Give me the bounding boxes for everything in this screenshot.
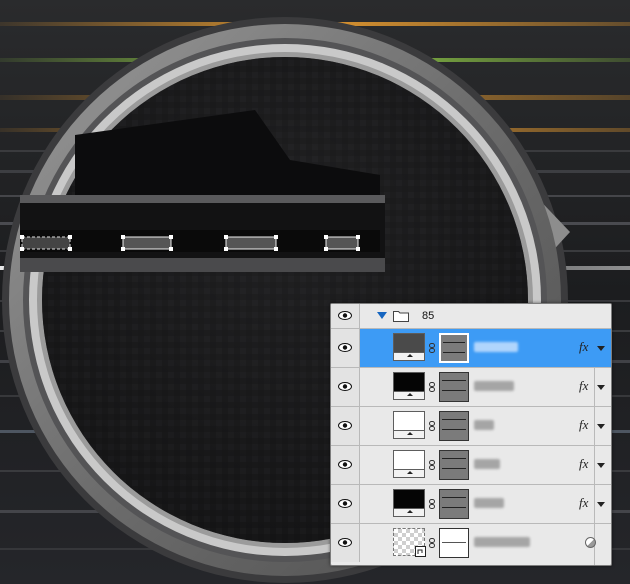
mask-line — [442, 419, 466, 420]
layer-mask-thumbnail[interactable] — [439, 528, 469, 558]
visibility-toggle[interactable] — [331, 329, 360, 367]
vector-indicator-icon — [394, 352, 424, 360]
expand-effects-icon[interactable] — [597, 502, 605, 507]
layer-effects-icon[interactable]: fx — [579, 417, 588, 433]
vector-indicator-icon — [394, 391, 424, 399]
layer-thumbnail[interactable] — [393, 333, 425, 361]
mask-line — [442, 380, 466, 381]
layer-name-blurred[interactable] — [474, 342, 518, 352]
mask-line — [443, 352, 465, 353]
layer-thumbnail[interactable] — [393, 450, 425, 478]
eye-icon — [338, 382, 352, 391]
eye-icon — [338, 499, 352, 508]
visibility-toggle[interactable] — [331, 446, 360, 484]
layer-thumbnail[interactable] — [393, 411, 425, 439]
link-icon[interactable] — [429, 421, 435, 431]
layer-effects-icon[interactable]: fx — [579, 456, 588, 472]
link-icon[interactable] — [429, 499, 435, 509]
layer-name-blurred[interactable] — [474, 537, 530, 547]
mask-line — [442, 429, 466, 430]
layer-thumbnail[interactable] — [393, 489, 425, 517]
smart-object-thumbnail[interactable] — [393, 528, 426, 557]
layer-name-blurred[interactable] — [474, 381, 514, 391]
mask-line — [442, 542, 466, 543]
layers-panel[interactable]: 85 fx fx fx fx fx — [330, 303, 612, 566]
group-name[interactable]: 85 — [422, 310, 434, 322]
link-icon[interactable] — [429, 460, 435, 470]
eye-icon — [338, 421, 352, 430]
layer-row[interactable]: fx — [331, 328, 611, 367]
smart-object-icon — [415, 546, 426, 557]
mask-line — [443, 342, 465, 343]
expand-effects-icon[interactable] — [597, 424, 605, 429]
visibility-toggle[interactable] — [331, 368, 360, 406]
visibility-toggle[interactable] — [331, 304, 360, 328]
mask-line — [442, 390, 466, 391]
mask-line — [442, 468, 466, 469]
layer-mask-thumbnail[interactable] — [439, 333, 469, 363]
layer-name-blurred[interactable] — [474, 459, 500, 469]
folder-icon — [393, 311, 409, 322]
expand-effects-icon[interactable] — [597, 463, 605, 468]
eye-icon — [338, 538, 352, 547]
link-icon[interactable] — [429, 343, 435, 353]
layer-effects-icon[interactable]: fx — [579, 378, 588, 394]
layer-mask-thumbnail[interactable] — [439, 450, 469, 480]
layer-effects-icon[interactable]: fx — [579, 495, 588, 511]
disclosure-triangle-icon[interactable] — [377, 312, 387, 319]
adjustment-clip-icon — [585, 537, 596, 548]
layer-row[interactable] — [331, 523, 611, 562]
layer-mask-thumbnail[interactable] — [439, 489, 469, 519]
layer-row[interactable]: fx — [331, 406, 611, 445]
link-icon[interactable] — [429, 382, 435, 392]
layer-name-blurred[interactable] — [474, 420, 494, 430]
visibility-toggle[interactable] — [331, 407, 360, 445]
visibility-toggle[interactable] — [331, 485, 360, 523]
eye-icon — [338, 460, 352, 469]
expand-effects-icon[interactable] — [597, 346, 605, 351]
eye-icon — [338, 343, 352, 352]
layer-effects-icon[interactable]: fx — [579, 339, 588, 355]
layer-row[interactable]: fx — [331, 484, 611, 523]
visibility-toggle[interactable] — [331, 524, 360, 562]
expand-effects-icon[interactable] — [597, 385, 605, 390]
mask-line — [442, 458, 466, 459]
eye-icon — [338, 311, 352, 320]
mask-line — [442, 507, 466, 508]
mask-line — [442, 497, 466, 498]
layer-mask-thumbnail[interactable] — [439, 372, 469, 402]
vector-indicator-icon — [394, 469, 424, 477]
layer-group-row[interactable]: 85 — [331, 304, 611, 328]
link-icon[interactable] — [429, 538, 435, 548]
layer-thumbnail[interactable] — [393, 372, 425, 400]
layer-mask-thumbnail[interactable] — [439, 411, 469, 441]
layer-row[interactable]: fx — [331, 445, 611, 484]
layer-row[interactable]: fx — [331, 367, 611, 406]
vector-indicator-icon — [394, 508, 424, 516]
layer-name-blurred[interactable] — [474, 498, 504, 508]
vector-indicator-icon — [394, 430, 424, 438]
